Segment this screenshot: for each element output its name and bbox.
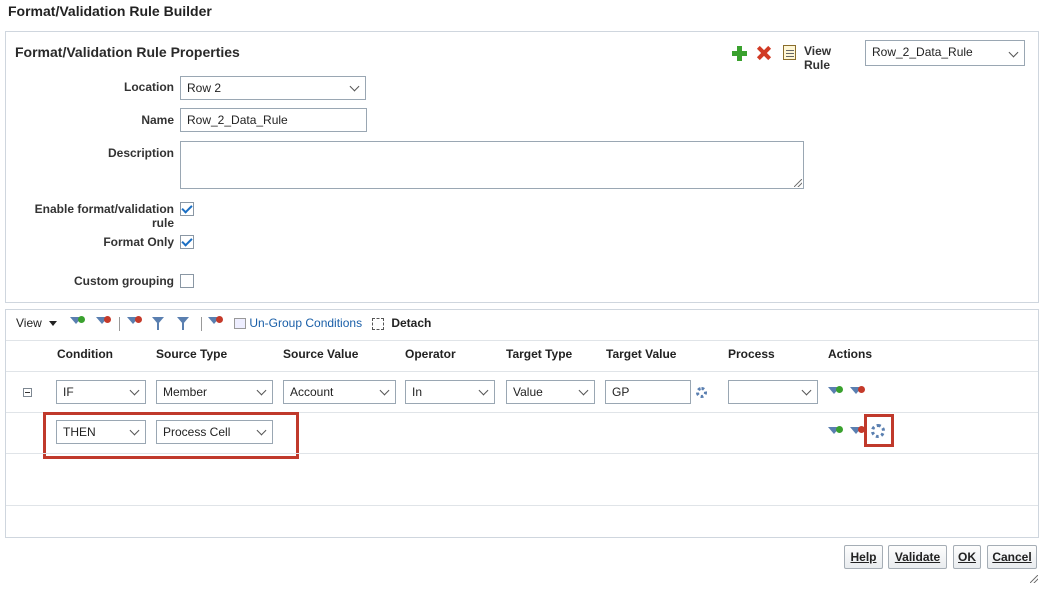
delete-condition-row-icon[interactable] xyxy=(850,386,865,401)
column-header-source-value: Source Value xyxy=(283,347,359,361)
add-condition-icon[interactable] xyxy=(70,316,85,331)
chevron-down-icon xyxy=(129,425,140,436)
operator-select[interactable]: In xyxy=(405,380,495,404)
name-label: Name xyxy=(141,113,174,127)
cut-condition-icon[interactable] xyxy=(127,316,142,331)
column-header-process: Process xyxy=(728,347,775,361)
source-type-value: Member xyxy=(163,385,208,399)
column-header-actions: Actions xyxy=(828,347,873,361)
enable-rule-checkbox[interactable] xyxy=(180,202,194,216)
description-textarea[interactable] xyxy=(180,141,804,189)
dialog-resize-grip-icon[interactable] xyxy=(1030,575,1038,583)
column-header-target-type: Target Type xyxy=(506,347,573,361)
validate-button[interactable]: Validate xyxy=(888,545,947,569)
group-conditions-icon[interactable] xyxy=(208,316,223,331)
chevron-down-icon xyxy=(349,81,360,92)
format-only-checkbox[interactable] xyxy=(180,235,194,249)
properties-title: Format/Validation Rule Properties xyxy=(15,44,240,60)
add-rule-icon[interactable] xyxy=(732,46,747,61)
then-source-type-value: Process Cell xyxy=(163,425,231,439)
target-type-select[interactable]: Value xyxy=(506,380,595,404)
caret-down-icon xyxy=(49,321,58,327)
copy-condition-icon[interactable] xyxy=(152,317,166,331)
edit-rule-icon[interactable] xyxy=(783,45,796,60)
chevron-down-icon xyxy=(256,385,267,396)
delete-condition-icon[interactable] xyxy=(96,316,111,331)
custom-grouping-checkbox[interactable] xyxy=(180,274,194,288)
ungroup-conditions-button[interactable]: Un-Group Conditions xyxy=(234,316,362,330)
paste-condition-icon[interactable] xyxy=(177,317,191,331)
toolbar-separator xyxy=(119,317,120,331)
add-condition-row-icon[interactable] xyxy=(828,386,843,401)
cancel-button[interactable]: Cancel xyxy=(987,545,1037,569)
chevron-down-icon xyxy=(478,385,489,396)
divider xyxy=(6,505,1038,506)
help-label: Help xyxy=(850,550,877,564)
view-rule-value: Row_2_Data_Rule xyxy=(872,45,973,59)
delete-rule-icon[interactable] xyxy=(756,46,771,61)
source-value-value: Account xyxy=(290,385,334,399)
view-menu[interactable]: View xyxy=(16,316,58,330)
add-condition-row-icon[interactable] xyxy=(828,426,843,441)
chevron-down-icon xyxy=(578,385,589,396)
resize-grip-icon[interactable] xyxy=(794,179,802,187)
validate-label: Validate xyxy=(894,550,941,564)
ungroup-conditions-label: Un-Group Conditions xyxy=(249,316,363,330)
column-header-source-type: Source Type xyxy=(156,347,228,361)
divider xyxy=(6,340,1038,341)
detach-label: Detach xyxy=(391,316,432,330)
column-header-condition: Condition xyxy=(57,347,113,361)
chevron-down-icon xyxy=(379,385,390,396)
location-select[interactable]: Row 2 xyxy=(180,76,366,100)
column-header-target-value: Target Value xyxy=(606,347,677,361)
detach-icon xyxy=(372,317,384,330)
format-only-label: Format Only xyxy=(103,235,174,249)
target-value-input[interactable]: GP xyxy=(605,380,691,404)
divider xyxy=(6,371,1038,372)
custom-grouping-label: Custom grouping xyxy=(74,274,174,288)
toolbar-separator xyxy=(201,317,202,331)
chevron-down-icon xyxy=(256,425,267,436)
source-value-select[interactable]: Account xyxy=(283,380,396,404)
collapse-icon[interactable] xyxy=(23,388,32,397)
chevron-down-icon xyxy=(129,385,140,396)
source-type-select[interactable]: Member xyxy=(156,380,273,404)
view-menu-label: View xyxy=(16,316,42,330)
location-value: Row 2 xyxy=(187,81,222,95)
name-input[interactable]: Row_2_Data_Rule xyxy=(180,108,367,132)
target-type-value: Value xyxy=(513,385,543,399)
divider xyxy=(6,453,1038,454)
properties-icon[interactable] xyxy=(871,424,885,438)
then-condition-select[interactable]: THEN xyxy=(56,420,146,444)
ok-button[interactable]: OK xyxy=(953,545,981,569)
member-selector-icon[interactable] xyxy=(696,387,707,398)
then-source-type-select[interactable]: Process Cell xyxy=(156,420,273,444)
view-rule-select[interactable]: Row_2_Data_Rule xyxy=(865,40,1025,66)
location-label: Location xyxy=(124,80,174,94)
broken-image-icon xyxy=(234,318,246,330)
operator-value: In xyxy=(412,385,423,399)
delete-condition-row-icon[interactable] xyxy=(850,426,865,441)
description-label: Description xyxy=(107,146,174,160)
process-select[interactable] xyxy=(728,380,818,404)
then-condition-value: THEN xyxy=(63,425,96,439)
ok-label: OK xyxy=(958,550,976,564)
condition-select[interactable]: IF xyxy=(56,380,146,404)
help-button[interactable]: Help xyxy=(844,545,883,569)
chevron-down-icon xyxy=(1008,47,1019,58)
dialog-title: Format/Validation Rule Builder xyxy=(8,3,212,19)
chevron-down-icon xyxy=(801,385,812,396)
target-value-value: GP xyxy=(612,385,630,399)
name-value: Row_2_Data_Rule xyxy=(187,113,288,127)
cancel-label: Cancel xyxy=(992,550,1032,564)
view-rule-label: View Rule xyxy=(804,44,832,72)
enable-rule-label: Enable format/validation rule xyxy=(34,202,174,230)
detach-button[interactable]: Detach xyxy=(372,316,431,330)
column-header-operator: Operator xyxy=(405,347,456,361)
condition-value: IF xyxy=(63,385,74,399)
